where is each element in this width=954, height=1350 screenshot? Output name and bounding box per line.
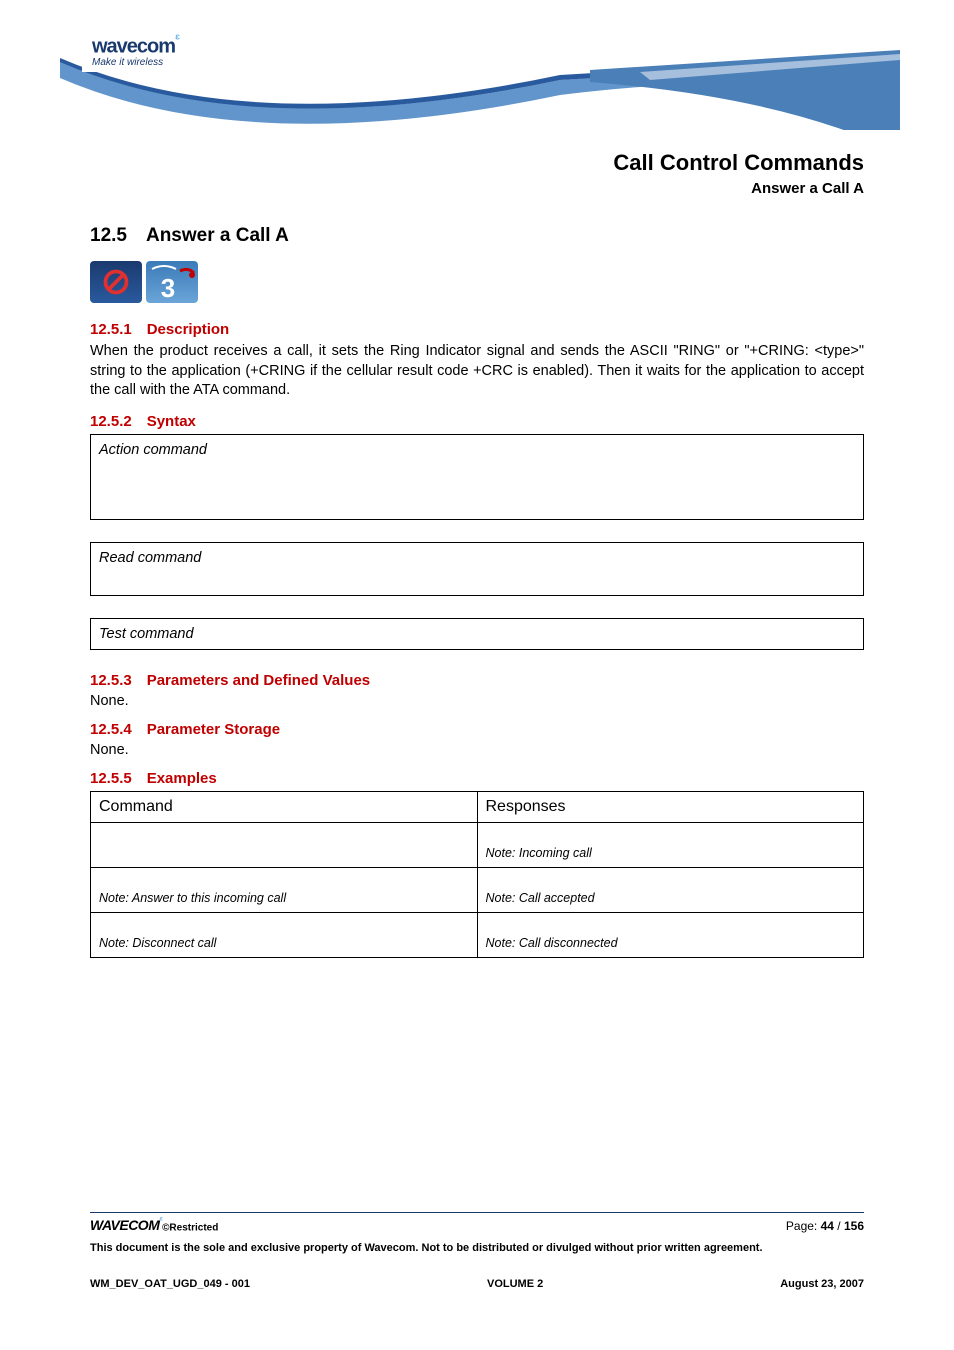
table-row: Note: Incoming call bbox=[91, 822, 864, 867]
footer-disclaimer: This document is the sole and exclusive … bbox=[90, 1241, 864, 1256]
brand-logo-text: wavecomᵋ bbox=[92, 32, 179, 59]
footer-divider bbox=[90, 1212, 864, 1213]
page-content: Call Control Commands Answer a Call A 12… bbox=[0, 130, 954, 958]
cmd-cell bbox=[91, 822, 478, 867]
cmd-note: Note: Disconnect call bbox=[99, 936, 216, 950]
page-label: Page: bbox=[786, 1219, 821, 1233]
footer-date: August 23, 2007 bbox=[780, 1278, 864, 1290]
parameters-heading: 12.5.3 Parameters and Defined Values bbox=[90, 672, 864, 689]
header-banner: wavecomᵋ Make it wireless bbox=[0, 0, 954, 130]
logo-swirl-icon: ᵋ bbox=[175, 30, 179, 46]
resp-note: Note: Incoming call bbox=[486, 846, 592, 860]
resp-note: Note: Call accepted bbox=[486, 891, 595, 905]
logo-swirl-icon: ᵋ bbox=[159, 1215, 162, 1226]
3g-icon: 3 bbox=[146, 261, 198, 303]
storage-body: None. bbox=[90, 742, 864, 758]
description-heading: 12.5.1 Description bbox=[90, 321, 864, 338]
page-current: 44 bbox=[821, 1219, 834, 1233]
section-heading: 12.5 Answer a Call A bbox=[90, 225, 864, 247]
cmd-cell: Note: Disconnect call bbox=[91, 912, 478, 957]
action-command-label: Action command bbox=[99, 442, 207, 458]
examples-table: Command Responses Note: Incoming call No… bbox=[90, 791, 864, 958]
compatibility-icons: 3 bbox=[90, 261, 864, 303]
resp-note: Note: Call disconnected bbox=[486, 936, 618, 950]
syntax-heading: 12.5.2 Syntax bbox=[90, 413, 864, 430]
page-footer: wavecomᵋ©Restricted Page: 44 / 156 This … bbox=[90, 1212, 864, 1291]
col-responses: Responses bbox=[477, 791, 864, 822]
cmd-cell: Note: Answer to this incoming call bbox=[91, 867, 478, 912]
table-header-row: Command Responses bbox=[91, 791, 864, 822]
footer-page: Page: 44 / 156 bbox=[786, 1219, 864, 1233]
page-sep: / bbox=[834, 1219, 844, 1233]
svg-text:3: 3 bbox=[161, 273, 175, 303]
read-command-box: Read command bbox=[90, 542, 864, 596]
brand-logo-block: wavecomᵋ Make it wireless bbox=[82, 28, 189, 72]
test-command-box: Test command bbox=[90, 618, 864, 650]
page-total: 156 bbox=[844, 1219, 864, 1233]
col-command: Command bbox=[91, 791, 478, 822]
footer-brand-block: wavecomᵋ©Restricted bbox=[90, 1217, 218, 1234]
storage-heading: 12.5.4 Parameter Storage bbox=[90, 721, 864, 738]
footer-docid: WM_DEV_OAT_UGD_049 - 001 bbox=[90, 1278, 250, 1290]
read-command-label: Read command bbox=[99, 550, 201, 566]
test-command-label: Test command bbox=[99, 626, 194, 642]
resp-cell: Note: Incoming call bbox=[477, 822, 864, 867]
page-subtitle: Answer a Call A bbox=[90, 180, 864, 197]
action-command-box: Action command bbox=[90, 434, 864, 520]
resp-cell: Note: Call disconnected bbox=[477, 912, 864, 957]
footer-restricted: ©Restricted bbox=[162, 1222, 218, 1233]
footer-line2: WM_DEV_OAT_UGD_049 - 001 VOLUME 2 August… bbox=[90, 1278, 864, 1290]
description-body: When the product receives a call, it set… bbox=[90, 342, 864, 401]
table-row: Note: Answer to this incoming call Note:… bbox=[91, 867, 864, 912]
page-title: Call Control Commands bbox=[90, 150, 864, 176]
resp-cell: Note: Call accepted bbox=[477, 867, 864, 912]
footer-volume: VOLUME 2 bbox=[487, 1278, 543, 1290]
brand-name: wavecom bbox=[92, 36, 175, 58]
cmd-note: Note: Answer to this incoming call bbox=[99, 891, 286, 905]
footer-line1: wavecomᵋ©Restricted Page: 44 / 156 bbox=[90, 1217, 864, 1234]
footer-brand: wavecomᵋ bbox=[90, 1217, 162, 1233]
table-row: Note: Disconnect call Note: Call disconn… bbox=[91, 912, 864, 957]
no-sim-icon bbox=[90, 261, 142, 303]
parameters-body: None. bbox=[90, 693, 864, 709]
examples-heading: 12.5.5 Examples bbox=[90, 770, 864, 787]
